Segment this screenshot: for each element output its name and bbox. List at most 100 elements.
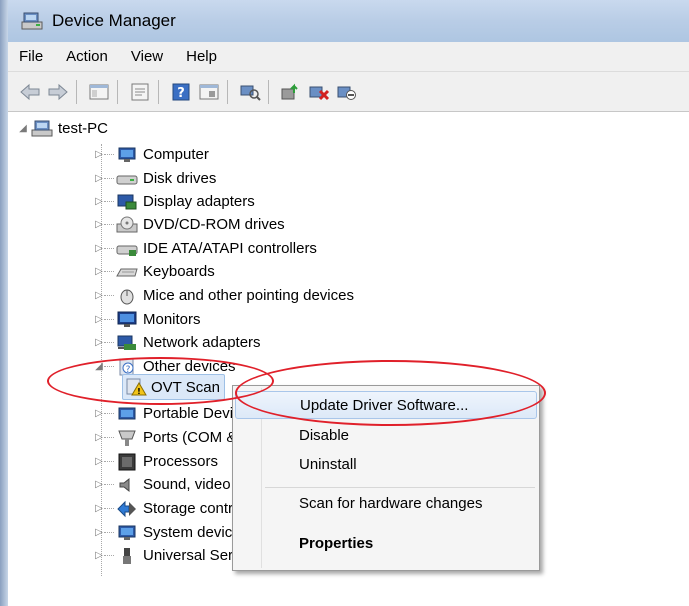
- expand-icon[interactable]: ▷: [94, 219, 104, 230]
- display-adapter-icon: [116, 193, 138, 211]
- expand-icon[interactable]: ▷: [94, 337, 104, 348]
- tree-item-computer[interactable]: ▷ Computer: [94, 143, 209, 166]
- toolbar: ?: [8, 72, 689, 112]
- tree-item-label: Portable Devic: [143, 405, 241, 422]
- expand-icon[interactable]: ▷: [94, 243, 104, 254]
- view-icon[interactable]: [197, 81, 221, 103]
- context-menu: Update Driver Software... Disable Uninst…: [232, 385, 540, 571]
- expand-icon[interactable]: ▷: [94, 314, 104, 325]
- disable-icon[interactable]: [335, 81, 359, 103]
- tree-item-label: Ports (COM &: [143, 429, 237, 446]
- speaker-icon: [116, 476, 138, 494]
- tree-item-processors[interactable]: ▷ Processors: [94, 450, 218, 473]
- tree-connector: [104, 295, 114, 296]
- back-icon[interactable]: [18, 81, 42, 103]
- tree-root-node[interactable]: ◢ test-PC: [18, 117, 108, 140]
- ide-controller-icon: [116, 240, 138, 258]
- system-device-icon: [116, 524, 138, 542]
- menu-item-label: Scan for hardware changes: [299, 494, 483, 512]
- window-frame-edge: [0, 0, 8, 606]
- tree-item-usb[interactable]: ▷ Universal Seria: [94, 544, 245, 567]
- tree-connector: [104, 532, 114, 533]
- title-bar[interactable]: Device Manager: [8, 0, 689, 42]
- properties-icon[interactable]: [128, 81, 152, 103]
- tree-item-disk-drives[interactable]: ▷ Disk drives: [94, 167, 216, 190]
- mouse-icon: [116, 287, 138, 305]
- menu-item-label: Update Driver Software...: [300, 396, 469, 414]
- tree-item-ovt-scan[interactable]: ! OVT Scan: [122, 374, 225, 400]
- collapse-icon[interactable]: ◢: [18, 123, 28, 134]
- tree-item-ports[interactable]: ▷ Ports (COM &: [94, 426, 236, 449]
- portable-device-icon: [116, 405, 138, 423]
- menu-item-scan-hardware[interactable]: Scan for hardware changes: [235, 489, 537, 517]
- menu-item-update-driver[interactable]: Update Driver Software...: [235, 391, 537, 419]
- expand-icon[interactable]: ▷: [94, 503, 104, 514]
- update-driver-icon[interactable]: [279, 81, 303, 103]
- uninstall-icon[interactable]: [307, 81, 331, 103]
- expand-icon[interactable]: ▷: [94, 456, 104, 467]
- expand-icon[interactable]: ▷: [94, 196, 104, 207]
- network-adapter-icon: [116, 334, 138, 352]
- tree-item-label: Universal Seria: [143, 547, 245, 564]
- tree-item-ide-ata[interactable]: ▷ IDE ATA/ATAPI controllers: [94, 237, 317, 260]
- show-hide-icon[interactable]: [87, 81, 111, 103]
- tree-connector: [104, 342, 114, 343]
- scan-icon[interactable]: [238, 81, 262, 103]
- tree-item-monitors[interactable]: ▷ Monitors: [94, 308, 201, 331]
- tree-connector: [104, 366, 114, 367]
- collapse-icon[interactable]: ◢: [94, 361, 104, 372]
- menu-item-properties[interactable]: Properties: [235, 529, 537, 557]
- processor-icon: [116, 453, 138, 471]
- expand-icon[interactable]: ▷: [94, 290, 104, 301]
- tree-item-display-adapters[interactable]: ▷ Display adapters: [94, 190, 255, 213]
- tree-connector: [104, 484, 114, 485]
- tree-connector: [104, 413, 114, 414]
- menu-action[interactable]: Action: [66, 48, 108, 65]
- tree-item-system-devices[interactable]: ▷ System device: [94, 521, 241, 544]
- svg-text:?: ?: [126, 365, 131, 375]
- menu-file[interactable]: File: [19, 48, 43, 65]
- tree-item-label: DVD/CD-ROM drives: [143, 216, 285, 233]
- warning-device-icon: !: [125, 378, 147, 396]
- tree-item-storage-controllers[interactable]: ▷ Storage contr: [94, 497, 233, 520]
- tree-item-network-adapters[interactable]: ▷ Network adapters: [94, 331, 261, 354]
- forward-icon[interactable]: [46, 81, 70, 103]
- expand-icon[interactable]: ▷: [94, 479, 104, 490]
- tree-item-label: Storage contr: [143, 500, 234, 517]
- tree-item-sound-video[interactable]: ▷ Sound, video: [94, 473, 231, 496]
- menu-separator: [265, 487, 535, 488]
- tree-item-dvd-cd-rom[interactable]: ▷ DVD/CD-ROM drives: [94, 213, 285, 236]
- toolbar-separator: [76, 79, 77, 104]
- toolbar-separator: [268, 79, 269, 104]
- expand-icon[interactable]: ▷: [94, 149, 104, 160]
- keyboard-icon: [116, 263, 138, 281]
- expand-icon[interactable]: ▷: [94, 550, 104, 561]
- tree-item-keyboards[interactable]: ▷ Keyboards: [94, 260, 215, 283]
- menu-item-label: Properties: [299, 534, 374, 552]
- expand-icon[interactable]: ▷: [94, 527, 104, 538]
- storage-controller-icon: [116, 500, 138, 518]
- tree-item-mice[interactable]: ▷ Mice and other pointing devices: [94, 284, 354, 307]
- expand-icon[interactable]: ▷: [94, 266, 104, 277]
- tree-item-portable-devices[interactable]: ▷ Portable Devic: [94, 402, 241, 425]
- tree-item-label: System device: [143, 524, 241, 541]
- device-manager-window: Device Manager File Action View Help ? ◢…: [0, 0, 689, 606]
- tree-item-label: Sound, video: [143, 476, 231, 493]
- tree-connector: [104, 437, 114, 438]
- menu-item-uninstall[interactable]: Uninstall: [235, 450, 537, 478]
- menu-view[interactable]: View: [131, 48, 163, 65]
- expand-icon[interactable]: ▷: [94, 432, 104, 443]
- expand-icon[interactable]: ▷: [94, 173, 104, 184]
- device-manager-app-icon: [20, 10, 44, 32]
- expand-icon[interactable]: ▷: [94, 408, 104, 419]
- tree-connector: [104, 319, 114, 320]
- window-title: Device Manager: [52, 11, 176, 30]
- menu-item-disable[interactable]: Disable: [235, 421, 537, 449]
- tree-item-label: Monitors: [143, 311, 201, 328]
- tree-root-label: test-PC: [58, 120, 109, 137]
- toolbar-separator: [117, 79, 118, 104]
- help-icon[interactable]: ?: [169, 81, 193, 103]
- tree-item-label: Network adapters: [143, 334, 261, 351]
- tree-item-label: IDE ATA/ATAPI controllers: [143, 240, 317, 257]
- menu-help[interactable]: Help: [186, 48, 217, 65]
